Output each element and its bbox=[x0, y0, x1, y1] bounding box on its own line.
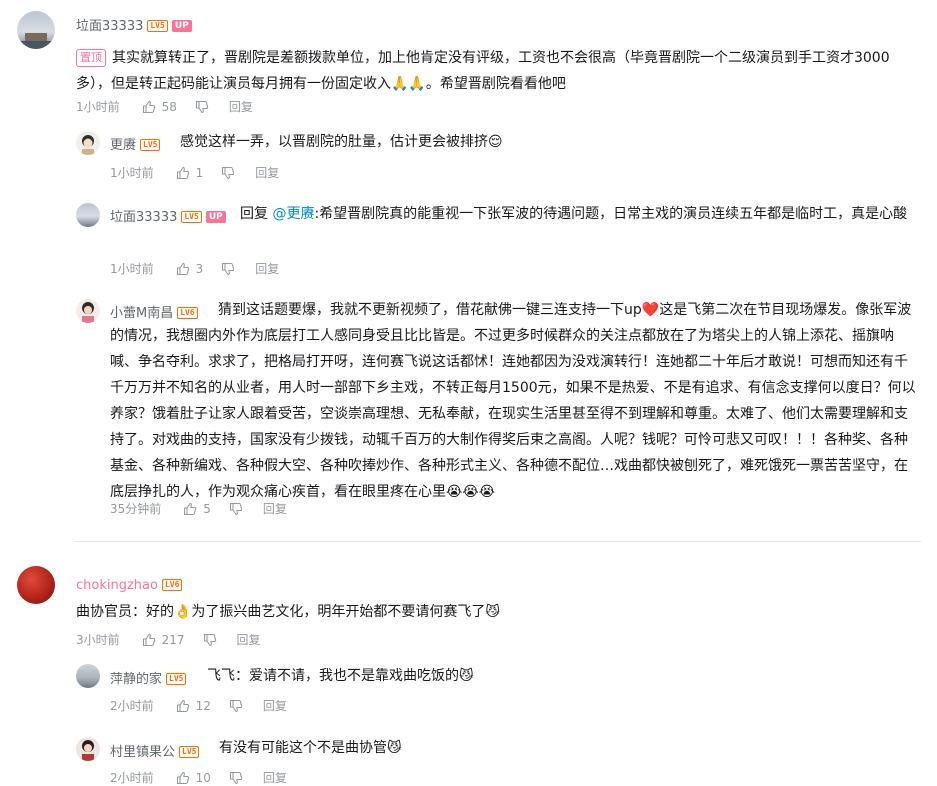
reply-header: 更赓 LV5 bbox=[110, 134, 161, 153]
level-badge: LV6 bbox=[161, 578, 183, 591]
thumb-down-icon bbox=[222, 262, 235, 275]
dislike-button[interactable] bbox=[221, 166, 235, 180]
thumb-down-icon bbox=[203, 633, 216, 646]
reply-header: 萍静的家 LV5 bbox=[110, 668, 187, 687]
comment-meta: 3小时前 217 回复 bbox=[76, 631, 261, 648]
reply-button[interactable]: 回复 bbox=[255, 164, 279, 181]
reply-button[interactable]: 回复 bbox=[229, 98, 253, 115]
timestamp: 2小时前 bbox=[110, 699, 154, 713]
reply-text: 感觉这样一弄，以晋剧院的肚量，估计更会被排挤😌 bbox=[180, 134, 503, 150]
dislike-button[interactable] bbox=[203, 633, 217, 647]
avatar[interactable] bbox=[17, 566, 55, 604]
pinned-badge: 置顶 bbox=[76, 49, 106, 67]
like-count: 58 bbox=[161, 99, 177, 114]
avatar[interactable] bbox=[76, 664, 100, 688]
reply-meta: 1小时前 1 回复 bbox=[110, 164, 279, 181]
like-count: 5 bbox=[203, 501, 211, 516]
comment-text: 置顶 其实就算转正了，晋剧院是差额拨款单位，加上他肯定没有评级，工资也不会很高（毕… bbox=[76, 45, 921, 97]
like-count: 12 bbox=[195, 698, 211, 713]
like-button[interactable]: 3 bbox=[176, 261, 204, 276]
dislike-button[interactable] bbox=[229, 699, 243, 713]
dislike-button[interactable] bbox=[229, 502, 243, 516]
timestamp: 1小时前 bbox=[110, 262, 154, 276]
reply-text: 有没有可能这个不是曲协管😼 bbox=[219, 740, 402, 756]
like-count: 217 bbox=[161, 632, 185, 647]
username[interactable]: chokingzhao bbox=[76, 578, 158, 593]
thumb-up-icon bbox=[142, 633, 155, 646]
avatar[interactable] bbox=[76, 131, 100, 155]
avatar[interactable] bbox=[76, 299, 100, 323]
reply-meta: 35分钟前 5 回复 bbox=[110, 500, 287, 517]
level-badge: LV5 bbox=[166, 672, 187, 685]
comment-header: chokingzhao LV6 bbox=[76, 574, 183, 593]
comment-text: 曲协官员：好的👌为了振兴曲艺文化，明年开始都不要请何赛飞了😼 bbox=[76, 604, 501, 620]
up-badge: UP bbox=[171, 19, 192, 32]
avatar[interactable] bbox=[76, 737, 100, 761]
thumb-down-icon bbox=[222, 166, 235, 179]
reply-body: :希望晋剧院真的能重视一下张军波的待遇问题，日常主戏的演员连续五年都是临时工，真… bbox=[314, 206, 908, 222]
reply-button[interactable]: 回复 bbox=[237, 631, 261, 648]
comment-meta: 1小时前 58 回复 bbox=[76, 98, 253, 115]
comment-divider bbox=[75, 541, 921, 542]
timestamp: 3小时前 bbox=[76, 633, 120, 647]
reply-meta: 2小时前 12 回复 bbox=[110, 697, 287, 714]
reply-text: 飞飞：爱请不请，我也不是靠戏曲吃饭的😼 bbox=[207, 668, 474, 684]
thumb-up-icon bbox=[176, 699, 189, 712]
level-badge: LV5 bbox=[147, 19, 168, 32]
reply-prefix: 回复 bbox=[240, 206, 273, 222]
comment-body: 其实就算转正了，晋剧院是差额拨款单位，加上他肯定没有评级，工资也不会很高（毕竟晋… bbox=[76, 50, 890, 92]
username[interactable]: 更赓 bbox=[110, 138, 136, 153]
like-button[interactable]: 12 bbox=[176, 699, 211, 713]
like-button[interactable]: 5 bbox=[183, 502, 211, 516]
reply-text: 猜到这话题要爆，我就不更新视频了，借花献佛一键三连支持一下up❤️这是飞第二次在… bbox=[110, 302, 916, 500]
thumb-up-icon bbox=[142, 100, 155, 113]
avatar[interactable] bbox=[76, 203, 100, 227]
reply-text: 回复 @更赓:希望晋剧院真的能重视一下张军波的待遇问题，日常主戏的演员连续五年都… bbox=[110, 201, 920, 227]
thumb-up-icon bbox=[184, 502, 197, 515]
like-button[interactable]: 217 bbox=[142, 633, 185, 647]
timestamp: 1小时前 bbox=[76, 100, 120, 114]
level-badge: LV5 bbox=[140, 138, 161, 151]
thumb-up-icon bbox=[176, 262, 189, 275]
thumb-down-icon bbox=[229, 699, 243, 712]
username[interactable]: 垃面33333 bbox=[76, 19, 143, 34]
reply-meta: 1小时前 3 回复 bbox=[110, 260, 279, 277]
username[interactable]: 萍静的家 bbox=[110, 672, 162, 687]
reply-button[interactable]: 回复 bbox=[255, 260, 279, 277]
timestamp: 1小时前 bbox=[110, 166, 154, 180]
username[interactable]: 村里镇果公 bbox=[110, 745, 175, 760]
timestamp: 35分钟前 bbox=[110, 502, 162, 516]
thumb-down-icon bbox=[229, 502, 243, 515]
level-badge: LV5 bbox=[179, 745, 200, 758]
comment-header: 垃面33333 LV5 UP bbox=[76, 15, 192, 34]
dislike-button[interactable] bbox=[195, 100, 209, 114]
reply-header: 村里镇果公 LV5 bbox=[110, 741, 200, 760]
like-count: 3 bbox=[195, 261, 204, 276]
thumb-down-icon bbox=[195, 100, 209, 113]
mention-link[interactable]: @更赓 bbox=[272, 206, 314, 222]
thumb-up-icon bbox=[176, 166, 189, 179]
reply-button[interactable]: 回复 bbox=[263, 500, 287, 517]
dislike-button[interactable] bbox=[221, 262, 235, 276]
reply-button[interactable]: 回复 bbox=[263, 697, 287, 714]
like-button[interactable]: 58 bbox=[142, 100, 177, 114]
avatar[interactable] bbox=[17, 11, 55, 49]
like-button[interactable]: 1 bbox=[176, 165, 204, 180]
like-count: 1 bbox=[195, 165, 204, 180]
